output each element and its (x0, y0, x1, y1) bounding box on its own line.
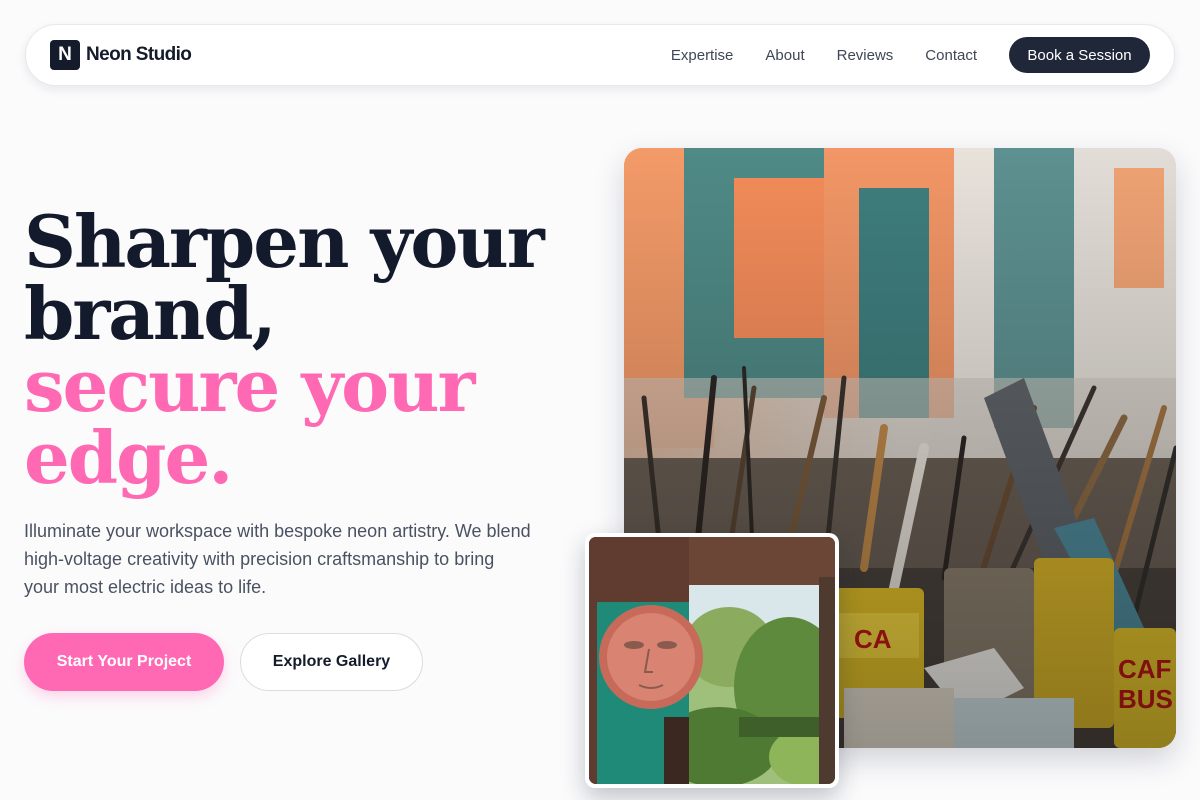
painted-face-mural-photo (585, 533, 839, 788)
explore-gallery-button[interactable]: Explore Gallery (240, 633, 423, 691)
hero-headline: Sharpen your brand, secure your edge. (24, 206, 564, 494)
headline-accent-line-1: secure your (24, 343, 475, 428)
nav-link-expertise[interactable]: Expertise (671, 47, 734, 64)
hero-subtext: Illuminate your workspace with bespoke n… (24, 521, 531, 597)
nav-link-contact[interactable]: Contact (925, 47, 977, 64)
headline-accent-line-2: edge. (24, 415, 233, 500)
headline-line-1: Sharpen your (24, 199, 545, 284)
logo-icon: N (50, 40, 80, 70)
brand-name: Neon Studio (86, 44, 192, 65)
start-project-button[interactable]: Start Your Project (24, 633, 224, 691)
nav-link-reviews[interactable]: Reviews (837, 47, 894, 64)
brand-logo[interactable]: N Neon Studio (50, 40, 192, 70)
nav-link-about[interactable]: About (765, 47, 804, 64)
nav-links: Expertise About Reviews Contact Book a S… (671, 37, 1150, 73)
headline-line-2: brand, (24, 271, 277, 356)
book-session-button[interactable]: Book a Session (1009, 37, 1150, 73)
navbar: N Neon Studio Expertise About Reviews Co… (25, 24, 1175, 86)
